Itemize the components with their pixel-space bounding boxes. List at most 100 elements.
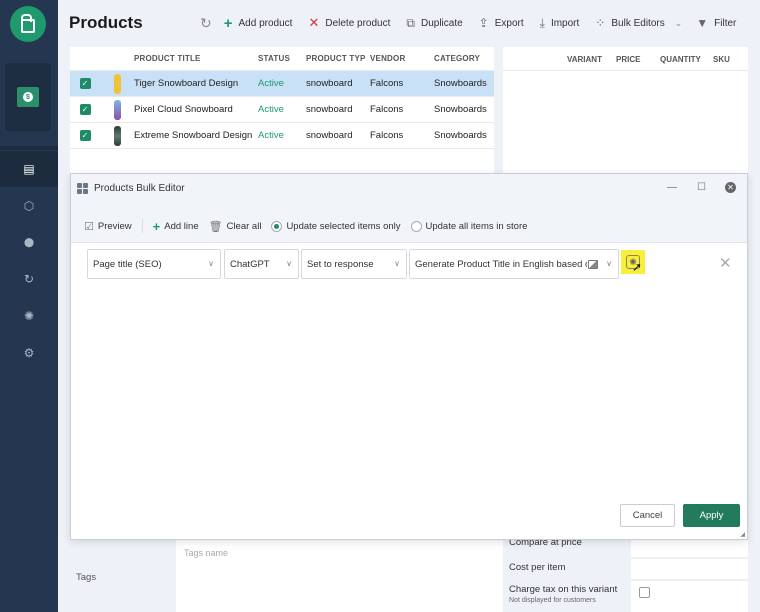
toolbar-divider: [141, 219, 143, 233]
x-icon: ✕: [308, 15, 320, 30]
chevron-down-icon: ∨: [208, 259, 214, 268]
apply-button[interactable]: Apply: [683, 504, 740, 527]
sidebar-item-sync[interactable]: ↻: [0, 261, 58, 297]
sidebar-item-products[interactable]: ▤: [0, 151, 58, 187]
dialog-header[interactable]: Products Bulk Editor — ☐ ✕ ☑ Preview + Add…: [71, 174, 747, 243]
page-title: Products: [69, 13, 143, 32]
update-all-radio[interactable]: Update all items in store: [410, 220, 527, 232]
table-row[interactable]: ✓ Extreme Snowboard Design Active snowbo…: [70, 123, 494, 149]
tags-input[interactable]: Tags name: [176, 540, 503, 612]
source-select[interactable]: ChatGPT ∨: [224, 249, 299, 279]
cost-per-item-label: Cost per item: [509, 562, 566, 573]
column-header[interactable]: PRICE: [616, 55, 640, 64]
column-header[interactable]: SKU: [713, 55, 730, 64]
image-icon[interactable]: [588, 260, 598, 269]
chevron-down-icon: ∨: [394, 259, 400, 268]
mouse-cursor-icon: ➚: [632, 260, 643, 274]
row-checkbox[interactable]: ✓: [79, 78, 91, 89]
product-form: Tags Tags name Compare at price Cost per…: [70, 537, 748, 612]
radio-selected: [271, 220, 283, 232]
clear-all-button[interactable]: 🗑 Clear all: [209, 220, 262, 233]
column-header[interactable]: CATEGORY: [434, 54, 494, 63]
table-header: VARIANT PRICE QUANTITY SKU: [503, 47, 748, 71]
table-row[interactable]: ✓ Tiger Snowboard Design Active snowboar…: [70, 71, 494, 97]
grid-icon: [77, 183, 88, 194]
resize-handle-icon[interactable]: ◢: [740, 531, 745, 538]
export-icon: ⇪: [478, 16, 489, 30]
app-logo[interactable]: [10, 6, 46, 42]
tags-label: Tags: [76, 572, 97, 583]
duplicate-button[interactable]: ⧉ Duplicate: [406, 16, 462, 31]
refresh-icon[interactable]: ↻: [200, 15, 212, 32]
column-header[interactable]: VARIANT: [567, 55, 602, 64]
import-icon: ⤓: [539, 15, 545, 30]
cube-icon: ⬡: [23, 199, 35, 213]
add-product-button[interactable]: + Add product: [224, 15, 293, 32]
vendor: Falcons: [370, 130, 404, 141]
cancel-button[interactable]: Cancel: [620, 504, 675, 527]
charge-tax-sublabel: Not displayed for customers: [509, 597, 596, 604]
update-selected-radio[interactable]: Update selected items only: [271, 220, 401, 232]
column-header[interactable]: QUANTITY: [660, 55, 701, 64]
category: Snowboards: [434, 104, 487, 115]
product-title: Tiger Snowboard Design: [134, 78, 239, 89]
row-checkbox[interactable]: ✓: [79, 104, 91, 115]
category: Snowboards: [434, 130, 487, 141]
preview-button[interactable]: ☑ Preview: [84, 220, 132, 233]
field-select[interactable]: Page title (SEO) ∨: [87, 249, 221, 279]
filter-button[interactable]: ▼ Filter: [696, 16, 736, 30]
charge-tax-checkbox[interactable]: [639, 587, 650, 598]
column-header[interactable]: PRODUCT TITLE: [134, 54, 258, 63]
product-type: snowboard: [306, 130, 353, 141]
cost-per-item-input[interactable]: [631, 559, 748, 580]
bulk-editors-button[interactable]: ⁘ Bulk Editors: [595, 16, 664, 30]
export-button[interactable]: ⇪ Export: [479, 16, 524, 30]
action-select[interactable]: Set to response ∨: [301, 249, 407, 279]
category: Snowboards: [434, 78, 487, 89]
import-button[interactable]: ⤓ Import: [540, 16, 580, 31]
gear-icon: ⚙: [23, 346, 35, 360]
minimize-icon[interactable]: —: [667, 182, 677, 193]
status-badge: Active: [258, 130, 284, 141]
product-title: Extreme Snowboard Design: [134, 130, 253, 141]
products-toolbar: ↻ + Add product ✕ Delete product ⧉ Duplicat…: [200, 14, 752, 32]
column-header[interactable]: PRODUCT TYP: [306, 54, 370, 63]
vendor: Falcons: [370, 78, 404, 89]
row-checkbox[interactable]: ✓: [79, 130, 91, 141]
dollar-store-icon: $: [17, 87, 39, 107]
column-header[interactable]: STATUS: [258, 54, 306, 63]
sidebar: $ ▤ ⬡ ⬤ ↻ ✺ ⚙: [0, 0, 58, 612]
dialog-toolbar: ☑ Preview + Add line 🗑 Clear all Update sel…: [84, 219, 537, 234]
add-line-button[interactable]: + Add line: [153, 219, 199, 234]
prompt-select[interactable]: Generate Product Title in English based …: [409, 249, 619, 279]
sidebar-item-inventory[interactable]: ⬡: [0, 188, 58, 224]
table-header: PRODUCT TITLE STATUS PRODUCT TYP VENDOR …: [70, 47, 494, 71]
maximize-icon[interactable]: ☐: [697, 182, 706, 193]
preview-check-icon: ☑: [84, 220, 94, 233]
plus-icon: +: [223, 14, 233, 32]
compare-at-price-input[interactable]: [631, 540, 748, 558]
sidebar-item-locations[interactable]: ⬤: [0, 224, 58, 260]
column-header[interactable]: VENDOR: [370, 54, 434, 63]
remove-line-icon[interactable]: ✕: [719, 254, 732, 272]
variants-table: VARIANT PRICE QUANTITY SKU: [503, 47, 748, 175]
sidebar-item-settings[interactable]: ⚙: [0, 335, 58, 371]
vendor: Falcons: [370, 104, 404, 115]
product-type: snowboard: [306, 78, 353, 89]
table-row[interactable]: ✓ Pixel Cloud Snowboard Active snowboard…: [70, 97, 494, 123]
charge-tax-label: Charge tax on this variant: [509, 584, 618, 595]
radio-unselected: [410, 220, 422, 232]
map-pin-icon: ⬤: [23, 236, 35, 247]
sidebar-item-ai[interactable]: ✺: [0, 298, 58, 334]
dialog-title: Products Bulk Editor: [94, 183, 185, 194]
chevron-down-icon: ∨: [606, 259, 612, 268]
delete-product-button[interactable]: ✕ Delete product: [308, 15, 390, 31]
refresh-c-icon: ↻: [23, 272, 35, 286]
product-thumbnail: [113, 99, 121, 120]
chevron-down-icon[interactable]: ⌄: [675, 18, 683, 29]
close-icon[interactable]: ✕: [725, 182, 736, 193]
sidebar-divider: [0, 146, 58, 150]
grid-icon: ⁘: [595, 16, 606, 30]
store-switcher[interactable]: $: [5, 63, 51, 131]
status-badge: Active: [258, 78, 284, 89]
